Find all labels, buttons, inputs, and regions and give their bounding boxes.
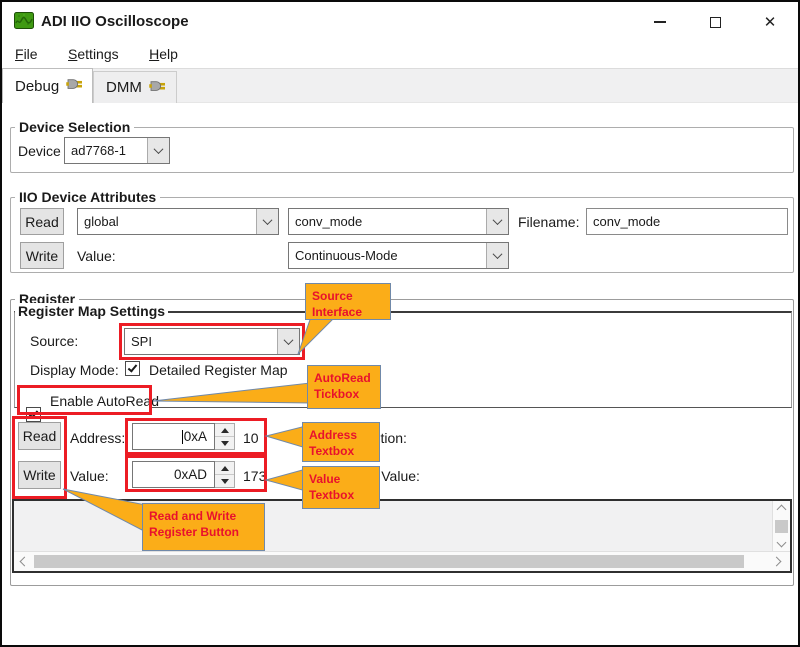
source-label: Source: (30, 333, 78, 349)
horizontal-scroll-thumb[interactable] (34, 555, 744, 568)
spin-down-icon[interactable] (215, 437, 234, 449)
menu-settings[interactable]: Settings (68, 46, 119, 62)
tab-debug-label: Debug (15, 78, 59, 95)
app-icon (14, 12, 34, 29)
device-combo[interactable]: ad7768-1 (64, 137, 170, 164)
attr-value-label: Value: (77, 248, 116, 264)
register-read-button[interactable]: Read (18, 422, 61, 450)
close-button[interactable]: ✕ (750, 8, 790, 36)
scroll-right-icon[interactable] (773, 558, 780, 565)
window-title: ADI IIO Oscilloscope (41, 13, 189, 30)
callout-address-textbox: Address Textbox (302, 422, 380, 462)
chevron-down-icon (256, 209, 278, 234)
device-selection-title: Device Selection (15, 119, 134, 135)
chevron-down-icon (277, 329, 299, 354)
chevron-down-icon (147, 138, 169, 163)
register-map-area (12, 499, 792, 573)
register-write-button[interactable]: Write (18, 461, 61, 489)
address-stepper[interactable] (215, 423, 235, 450)
menu-bar: File Settings Help (15, 46, 204, 64)
vertical-scroll-thumb[interactable] (775, 520, 788, 533)
device-label: Device (18, 143, 61, 159)
enable-autoread-label: Enable AutoRead (50, 393, 159, 409)
tab-dmm[interactable]: DMM (93, 71, 177, 103)
vertical-scrollbar[interactable] (772, 501, 790, 551)
scroll-left-icon[interactable] (21, 558, 28, 565)
display-mode-label: Display Mode: (30, 362, 119, 378)
chevron-down-icon (486, 243, 508, 268)
enable-autoread-checkbox[interactable] (26, 407, 41, 422)
value-label: Value: (70, 468, 109, 484)
text-caret (182, 430, 183, 444)
scroll-down-icon[interactable] (778, 539, 785, 546)
attr-read-button[interactable]: Read (20, 208, 64, 235)
spin-down-icon[interactable] (215, 475, 234, 487)
filename-input[interactable]: conv_mode (586, 208, 788, 235)
attr-value-combo[interactable]: Continuous-Mode (288, 242, 509, 269)
minimize-icon (654, 21, 666, 23)
source-combo[interactable]: SPI (124, 328, 300, 355)
maximize-icon (710, 17, 721, 28)
spin-up-icon[interactable] (215, 462, 234, 475)
value-stepper[interactable] (215, 461, 235, 488)
callout-read-write-button: Read and Write Register Button (142, 503, 265, 551)
address-hex-value: 0xA (184, 429, 207, 444)
value-input[interactable]: 0xAD (132, 461, 215, 488)
spin-up-icon[interactable] (215, 424, 234, 437)
detailed-register-map-checkbox[interactable] (125, 361, 140, 376)
attr-category-combo[interactable]: global (77, 208, 279, 235)
close-icon: ✕ (764, 15, 777, 30)
callout-autoread-tickbox: AutoRead Tickbox (307, 365, 381, 409)
device-combo-value: ad7768-1 (65, 143, 147, 158)
maximize-button[interactable] (695, 8, 735, 36)
menu-file[interactable]: File (15, 46, 38, 62)
source-combo-value: SPI (125, 334, 277, 349)
address-decimal-value: 10 (243, 430, 259, 446)
attr-name-combo[interactable]: conv_mode (288, 208, 509, 235)
address-input[interactable]: 0xA (132, 423, 215, 450)
attr-write-button[interactable]: Write (20, 242, 64, 269)
value-hex-value: 0xAD (174, 467, 207, 482)
filename-label: Filename: (518, 214, 579, 230)
app-window: ADI IIO Oscilloscope ✕ File Settings Hel… (0, 0, 800, 647)
callout-value-textbox: Value Textbox (302, 466, 380, 509)
address-label: Address: (70, 430, 125, 446)
scroll-up-icon[interactable] (778, 506, 785, 513)
value-decimal-value: 173 (243, 468, 266, 484)
attr-category-value: global (78, 214, 256, 229)
plug-icon (66, 77, 84, 95)
callout-source-interface: Source Interface (305, 283, 391, 320)
minimize-button[interactable] (640, 8, 680, 36)
menu-help[interactable]: Help (149, 46, 178, 62)
chevron-down-icon (486, 209, 508, 234)
tab-debug[interactable]: Debug (2, 68, 93, 103)
register-map-settings-title: Register Map Settings (15, 303, 168, 319)
tab-dmm-label: DMM (106, 79, 142, 96)
iio-attributes-title: IIO Device Attributes (15, 189, 160, 205)
horizontal-scrollbar[interactable] (14, 551, 790, 571)
attr-name-value: conv_mode (289, 214, 486, 229)
display-mode-option: Detailed Register Map (149, 362, 288, 378)
plug-icon (149, 79, 167, 97)
attr-value-value: Continuous-Mode (289, 248, 486, 263)
